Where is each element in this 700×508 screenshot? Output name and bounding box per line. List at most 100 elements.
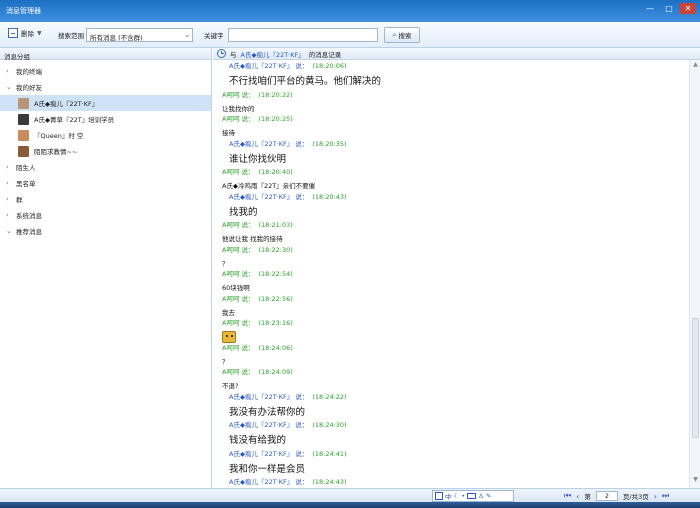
message-sender: A呵呵 说： (18:22:30) <box>222 244 293 254</box>
message-text: 我和你一样是会员 <box>229 463 306 475</box>
avatar <box>18 145 29 157</box>
minimize-button[interactable]: — <box>642 3 658 14</box>
message-item: A氏◆痴儿『22T·KF』 说： (18:20:35) 谁让你找伙明 <box>229 138 347 165</box>
message-text: 我没有办法帮你的 <box>229 406 306 418</box>
message-sender: A氏◆痴儿『22T·KF』 说： (18:24:43) <box>229 476 347 486</box>
scroll-thumb[interactable] <box>692 318 699 438</box>
group-item[interactable]: › 系统消息 <box>0 207 211 223</box>
keyboard-icon[interactable] <box>467 493 477 499</box>
message-time: (18:24:41) <box>312 449 347 458</box>
contact-name: 『Queen』时 空 <box>34 132 84 140</box>
sender-name: A氏◆痴儿『22T·KF』 说： <box>229 62 309 70</box>
group-item[interactable]: › 陌生人 <box>0 159 211 175</box>
sender-name: A呵呵 说： <box>222 90 255 99</box>
message-text: ？ <box>222 357 229 366</box>
search-icon: ⌕ <box>392 30 397 39</box>
message-item: A呵呵 说： (18:20:40) A氏◆冷鸡雨『22T』亲们不要催 <box>222 166 315 190</box>
chevron-right-icon: › <box>6 195 9 203</box>
contact-item[interactable]: 『Queen』时 空 <box>0 127 211 143</box>
delete-button[interactable]: 删除 ▼ <box>8 28 42 38</box>
search-button[interactable]: ⌕ 搜索 <box>384 27 420 43</box>
sender-name: A呵呵 说： <box>222 343 255 352</box>
message-text: 他说让我 找我的接待 <box>222 235 283 243</box>
sender-name: A氏◆痴儿『22T·KF』 说： <box>229 192 309 201</box>
moon-icon[interactable]: ☾ <box>454 492 460 500</box>
message-sender: A呵呵 说： (18:20:25) <box>222 113 293 123</box>
chevron-right-icon: › <box>6 211 9 219</box>
group-item[interactable]: ⌄ 推荐消息 <box>0 223 211 239</box>
group-label: 群 <box>16 196 23 204</box>
message-text: 不退? <box>222 382 239 390</box>
contact-name: 陌陌求教情~~ <box>34 148 78 156</box>
message-item: A氏◆痴儿『22T·KF』 说： (18:24:30) 钱没有给我的 <box>229 419 347 446</box>
group-my-friends[interactable]: ⌄ 我的好友 <box>0 79 211 95</box>
clock-icon <box>217 49 226 58</box>
page-input[interactable]: 2 <box>595 491 618 501</box>
message-sender: A呵呵 说： (18:24:09) <box>222 366 293 376</box>
message-item: A氏◆痴儿『22T·KF』 说： (18:24:41) 我和你一样是会员 <box>229 448 347 475</box>
sender-name: A氏◆痴儿『22T·KF』 说： <box>229 449 309 458</box>
message-sender: A呵呵 说： (18:23:16) <box>222 317 293 327</box>
scope-select[interactable]: 所有消息 (不含群) ⌄ <box>86 28 193 42</box>
window-title: 消息管理器 <box>6 7 41 15</box>
message-item: A呵呵 说： (18:24:06) ？ <box>222 342 293 366</box>
sidebar-header: 消息分组 <box>0 48 211 61</box>
chevron-down-icon: ⌄ <box>184 31 190 39</box>
chat-header: 与 A氏◆痴儿『22T·KF』 的消息记录 <box>213 48 700 60</box>
message-sender: A呵呵 说： (18:20:40) <box>222 166 315 176</box>
sender-name: A呵呵 说： <box>222 115 255 123</box>
group-item[interactable]: › 群 <box>0 191 211 207</box>
close-button[interactable]: ✕ <box>680 3 696 14</box>
message-item: A呵呵 说： (18:21:03) 他说让我 找我的接待 <box>222 219 293 243</box>
contact-name: A氏◆痴儿『22T·KF』 <box>34 100 99 108</box>
message-time: (18:24:43) <box>312 478 347 486</box>
group-item[interactable]: › 黑名单 <box>0 175 211 191</box>
message-sender: A呵呵 说： (18:21:03) <box>222 219 293 229</box>
vertical-scrollbar[interactable]: ▲ ▼ <box>689 60 700 488</box>
last-page-icon[interactable]: ⏭ <box>662 491 669 501</box>
message-text: 接待 <box>222 129 235 137</box>
message-item: A呵呵 说： (18:22:30) ？ <box>222 244 293 268</box>
first-page-icon[interactable]: ⏮ <box>564 491 571 501</box>
message-text: ？ <box>222 259 229 268</box>
language-toggle[interactable]: 中 <box>445 491 452 501</box>
maximize-button[interactable]: □ <box>661 3 677 14</box>
message-time: (18:23:16) <box>258 319 293 327</box>
message-sender: A呵呵 说： (18:22:56) <box>222 293 293 303</box>
contact-item[interactable]: 陌陌求教情~~ <box>0 143 211 159</box>
message-time: (18:24:09) <box>258 368 293 376</box>
pager-prefix: 第 <box>584 493 591 501</box>
message-time: (18:20:43) <box>312 192 347 201</box>
chevron-down-icon: ⌄ <box>6 83 12 91</box>
wrench-icon[interactable]: ✎ <box>486 492 491 500</box>
window-controls: — □ ✕ <box>642 3 696 14</box>
contact-item[interactable]: A氏◆痴儿『22T·KF』 <box>0 95 211 111</box>
contact-item[interactable]: A氏◆菁草『22T』培训学员 <box>0 111 211 127</box>
message-time: (18:20:06) <box>312 62 347 70</box>
person-icon[interactable]: ♙ <box>478 492 484 500</box>
prev-page-icon[interactable]: ‹ <box>576 492 579 501</box>
message-time: (18:22:54) <box>258 270 293 278</box>
group-my-devices[interactable]: › 我的终端 <box>0 63 211 79</box>
keyword-input[interactable] <box>228 28 378 42</box>
contact-name: A氏◆菁草『22T』培训学员 <box>34 116 115 124</box>
next-page-icon[interactable]: › <box>654 492 657 501</box>
chevron-down-icon[interactable]: ▼ <box>37 30 42 37</box>
group-list: › 陌生人 › 黑名单 › 群 › 系统消息 ⌄ 推荐消息 <box>0 159 211 239</box>
message-text: 钱没有给我的 <box>229 435 287 446</box>
message-item: A呵呵 说： (18:22:56) 我去 <box>222 293 293 317</box>
title-bar: 消息管理器 — □ ✕ <box>0 0 700 22</box>
layout-icon[interactable] <box>435 492 443 500</box>
chat-header-name: A氏◆痴儿『22T·KF』 <box>240 50 305 59</box>
group-label: 推荐消息 <box>16 228 42 236</box>
dot-icon[interactable]: • <box>461 492 465 500</box>
message-time: (18:24:06) <box>258 343 293 352</box>
sidebar: 消息分组 › 我的终端 ⌄ 我的好友 A氏◆痴儿『22T·KF』 A氏◆菁草『22… <box>0 48 212 488</box>
message-item: A氏◆痴儿『22T·KF』 说： (18:20:43) 找我的 <box>229 191 347 218</box>
scope-value: 所有消息 (不含群) <box>90 34 143 42</box>
scroll-down-icon[interactable]: ▼ <box>691 476 700 486</box>
sender-name: A呵呵 说： <box>222 319 255 327</box>
scope-label: 搜索范围 <box>58 32 84 40</box>
scroll-up-icon[interactable]: ▲ <box>691 61 700 71</box>
message-text: 60块钱啊 <box>222 284 250 292</box>
